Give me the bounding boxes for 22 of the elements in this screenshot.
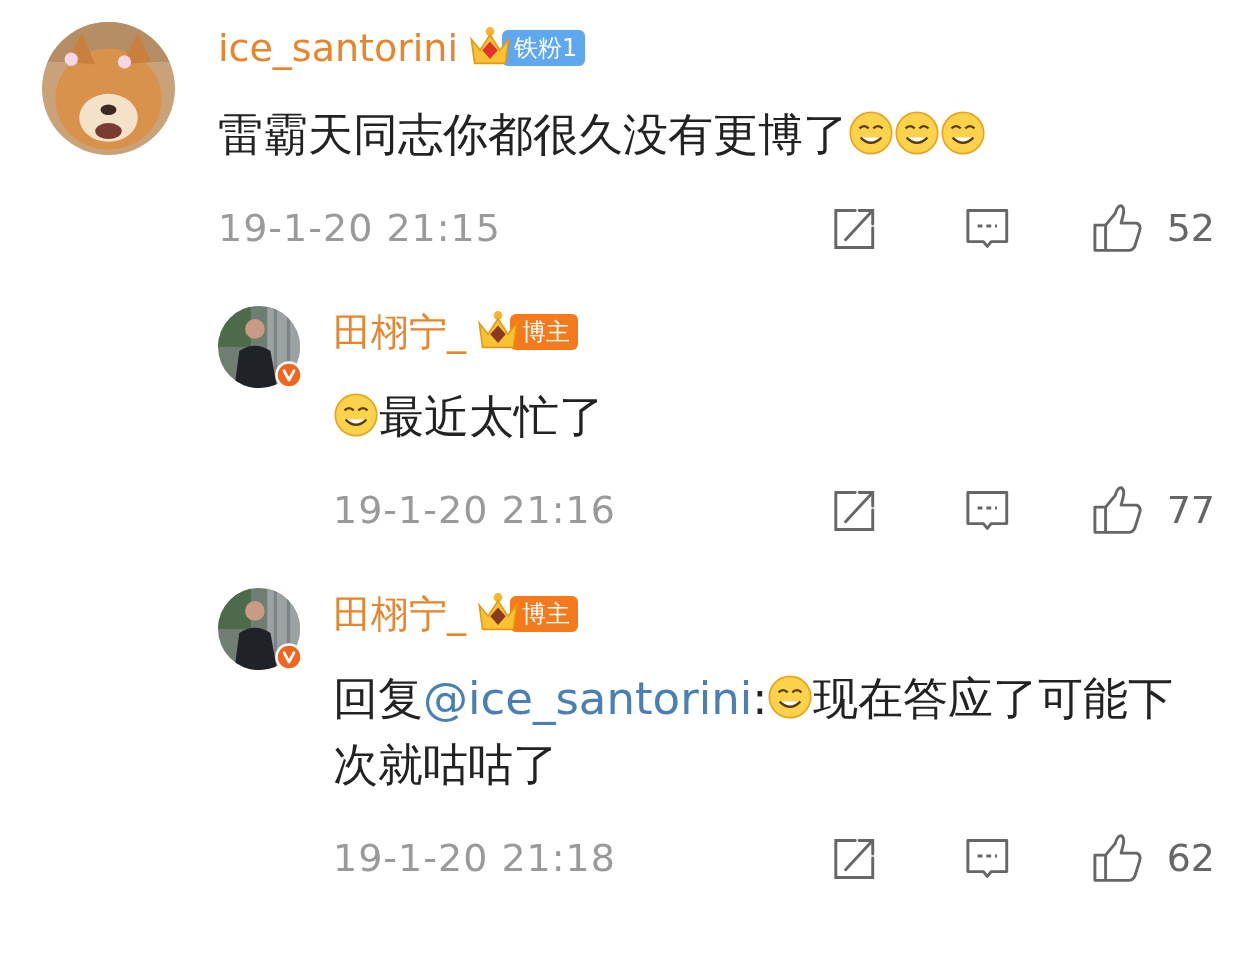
emoji-icon [940,110,986,156]
user-name[interactable]: ice_santorini [218,19,458,77]
emoji-icon [333,392,379,438]
comment-text: 回复@ice_santorini: 现在答应了可能下次就咕咕了 [333,671,1175,793]
level-badge: 铁粉1 [501,30,586,66]
like-count: 52 [1166,204,1215,252]
user-name[interactable]: 田栩宁_ [333,585,466,643]
user-name[interactable]: 田栩宁_ [333,303,466,361]
timestamp: 19-1-20 21:15 [218,204,502,252]
emoji-icon [767,674,814,720]
like-count: 77 [1166,486,1215,534]
comment-text: 雷霸天同志你都很久没有更博了 [218,102,1215,168]
timestamp: 19-1-20 21:18 [333,834,617,882]
emoji-icon [848,110,894,156]
like-icon[interactable] [1092,831,1145,885]
mention-link[interactable]: @ice_santorini [423,672,753,725]
like-icon[interactable] [1092,201,1145,255]
like-icon[interactable] [1092,483,1145,537]
comment-text: 最近太忙了 [333,384,1183,450]
like-count: 62 [1166,834,1215,882]
emoji-icon [894,110,940,156]
timestamp: 19-1-20 21:16 [333,486,617,534]
